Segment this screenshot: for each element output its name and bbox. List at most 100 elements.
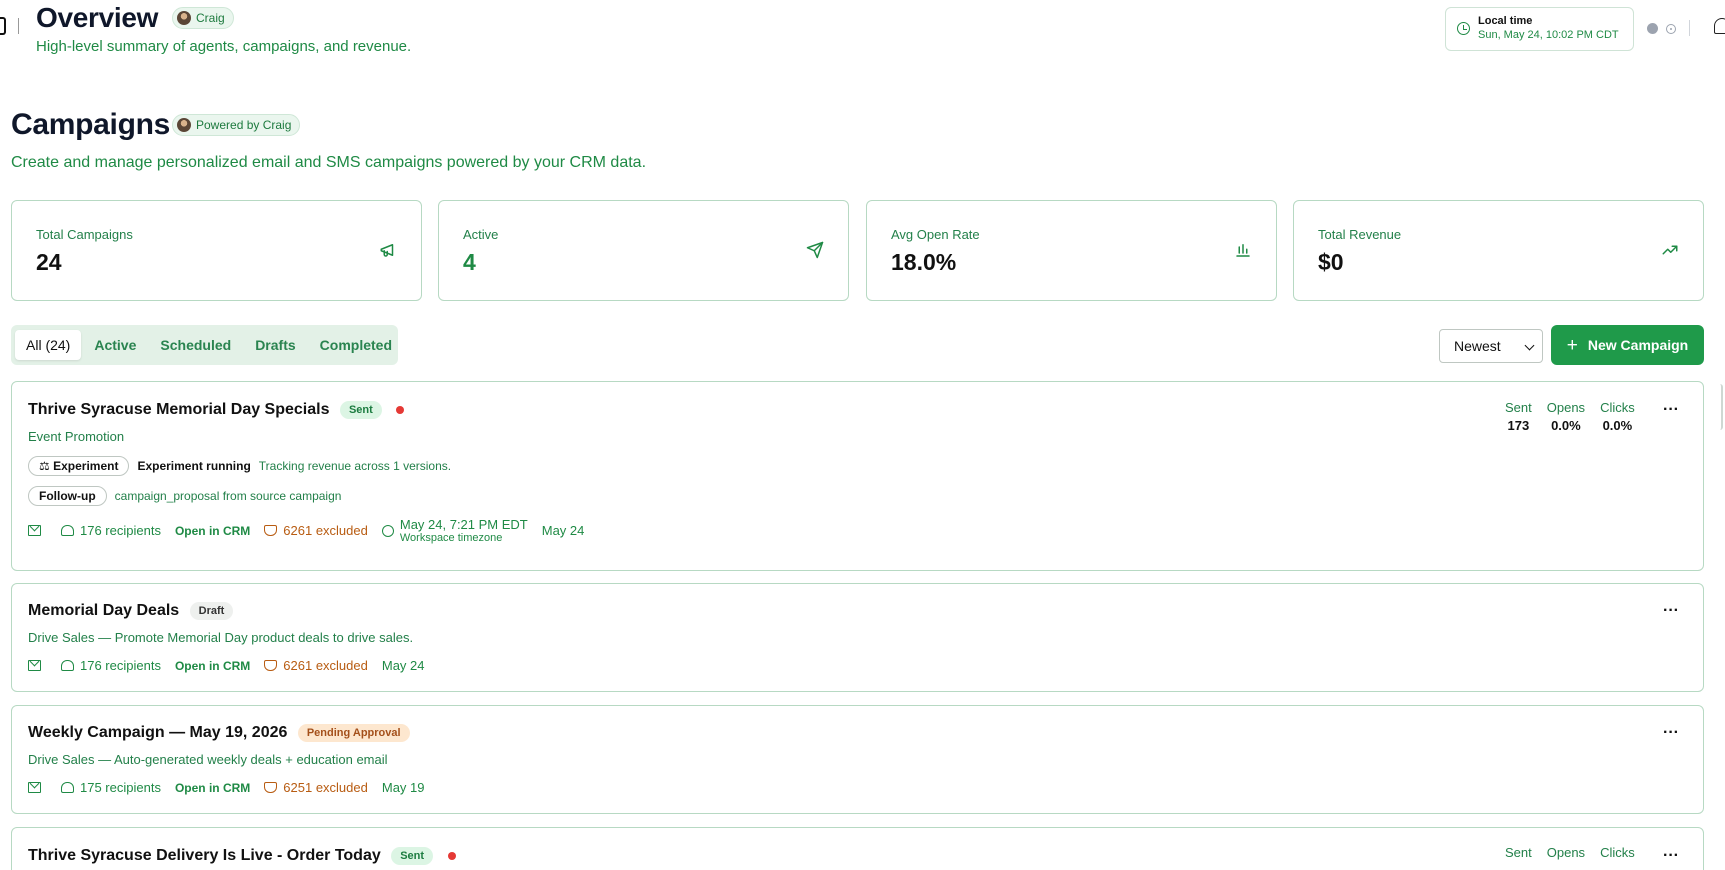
- open-in-crm-link[interactable]: Open in CRM: [175, 781, 250, 795]
- campaign-subtitle: Drive Sales — Auto-generated weekly deal…: [28, 752, 388, 767]
- campaign-footer: 175 recipients Open in CRM 6251 excluded…: [28, 780, 425, 795]
- experiment-chip[interactable]: ⚖ Experiment: [28, 456, 130, 476]
- top-bar: Overview Craig High-level summary of age…: [0, 0, 1725, 70]
- tab-scheduled[interactable]: Scheduled: [149, 330, 242, 360]
- schedule-info: May 24, 7:21 PM EDT Workspace timezone: [400, 517, 528, 544]
- shield-icon: [264, 525, 278, 536]
- experiment-status: Experiment running: [137, 459, 251, 473]
- open-in-crm-link[interactable]: Open in CRM: [175, 524, 250, 538]
- excluded-count: 6261 excluded: [283, 658, 368, 673]
- metric-label: Sent: [1505, 845, 1532, 860]
- stat-value: 18.0%: [891, 249, 957, 275]
- agent-badge: Craig: [172, 7, 234, 29]
- scrollbar-handle[interactable]: [1720, 384, 1723, 430]
- metric-opens: Opens 0.0%: [1547, 400, 1585, 433]
- new-campaign-button[interactable]: + New Campaign: [1551, 325, 1704, 365]
- campaign-filter-tabs: All (24) Active Scheduled Drafts Complet…: [11, 325, 398, 365]
- stat-label: Active: [463, 227, 499, 242]
- metric-label: Opens: [1546, 845, 1586, 860]
- bell-icon[interactable]: [1714, 18, 1725, 34]
- campaign-title[interactable]: Thrive Syracuse Delivery Is Live - Order…: [28, 847, 456, 865]
- campaign-card[interactable]: Thrive Syracuse Delivery Is Live - Order…: [11, 827, 1704, 870]
- campaign-title[interactable]: Weekly Campaign — May 19, 2026 Pending A…: [28, 724, 410, 742]
- powered-by-label: Powered by Craig: [196, 118, 292, 132]
- avatar: [177, 11, 191, 25]
- excluded-count: 6261 excluded: [283, 523, 368, 538]
- section-title: Campaigns: [11, 108, 171, 141]
- campaign-card[interactable]: Thrive Syracuse Memorial Day Specials Se…: [11, 381, 1704, 571]
- campaign-title-text: Thrive Syracuse Memorial Day Specials: [28, 401, 330, 419]
- campaign-card[interactable]: Weekly Campaign — May 19, 2026 Pending A…: [11, 705, 1704, 814]
- experiment-row: ⚖ Experiment Experiment running Tracking…: [28, 456, 451, 476]
- stat-value: 24: [36, 249, 62, 275]
- campaign-title-text: Weekly Campaign — May 19, 2026: [28, 724, 288, 742]
- tab-drafts[interactable]: Drafts: [244, 330, 306, 360]
- campaign-subtitle: Drive Sales — Promote Memorial Day produ…: [28, 630, 414, 645]
- tab-active[interactable]: Active: [83, 330, 147, 360]
- more-options-icon[interactable]: ···: [1663, 401, 1679, 419]
- more-options-icon[interactable]: ···: [1663, 724, 1679, 742]
- sort-select[interactable]: Newest: [1439, 329, 1543, 363]
- divider: [18, 18, 19, 34]
- powered-by-badge: Powered by Craig: [172, 114, 301, 136]
- status-badge: Pending Approval: [297, 724, 410, 742]
- followup-note: campaign_proposal from source campaign: [114, 489, 342, 503]
- metric-clicks: Clicks: [1600, 845, 1635, 860]
- campaign-title-text: Thrive Syracuse Delivery Is Live - Order…: [28, 847, 381, 865]
- stat-card-active: Active 4: [438, 200, 849, 301]
- live-indicator-icon: [447, 852, 456, 860]
- campaign-footer: 176 recipients Open in CRM 6261 excluded…: [28, 658, 425, 673]
- experiment-chip-label: Experiment: [53, 459, 119, 473]
- followup-chip[interactable]: Follow-up: [28, 486, 107, 506]
- tab-all[interactable]: All (24): [15, 330, 82, 360]
- stat-label: Total Revenue: [1318, 227, 1402, 242]
- more-options-icon[interactable]: ···: [1663, 602, 1679, 620]
- stat-card-total-campaigns: Total Campaigns 24: [11, 200, 422, 301]
- page-subtitle: High-level summary of agents, campaigns,…: [36, 38, 412, 55]
- sidebar-toggle-icon[interactable]: [0, 17, 6, 35]
- campaign-date: May 19: [381, 780, 425, 795]
- trending-up-icon: [1662, 245, 1678, 255]
- metric-sent: Sent: [1505, 845, 1532, 860]
- users-icon: [61, 525, 74, 536]
- status-dot-icon[interactable]: [1647, 23, 1658, 34]
- stat-value: 4: [463, 249, 476, 275]
- chevron-down-icon: [1524, 340, 1535, 351]
- experiment-note: Tracking revenue across 1 versions.: [258, 459, 452, 473]
- send-icon: [806, 241, 824, 259]
- users-icon: [61, 660, 74, 671]
- stat-label: Total Campaigns: [36, 227, 133, 242]
- campaign-subtitle: Event Promotion: [28, 429, 125, 444]
- clock-icon: [1457, 22, 1470, 35]
- followup-row: Follow-up campaign_proposal from source …: [28, 486, 341, 506]
- campaign-title-text: Memorial Day Deals: [28, 602, 180, 620]
- status-badge: Draft: [189, 602, 234, 620]
- local-time-label: Local time: [1478, 15, 1533, 27]
- stat-value: $0: [1318, 249, 1344, 275]
- campaign-date: May 24: [381, 658, 425, 673]
- status-ring-icon[interactable]: [1666, 24, 1676, 34]
- recipients-count: 176 recipients: [80, 523, 161, 538]
- metric-label: Clicks: [1600, 845, 1635, 860]
- metric-value: 0.0%: [1602, 418, 1633, 433]
- recipients-count: 175 recipients: [80, 780, 161, 795]
- status-badge: Sent: [391, 847, 434, 865]
- more-options-icon[interactable]: ···: [1663, 847, 1679, 865]
- metric-label: Sent: [1505, 400, 1532, 415]
- section-subtitle: Create and manage personalized email and…: [11, 154, 647, 171]
- megaphone-icon: [380, 244, 394, 257]
- campaign-card[interactable]: Memorial Day Deals Draft Drive Sales — P…: [11, 583, 1704, 692]
- clock-icon: [381, 524, 394, 537]
- local-time-value: Sun, May 24, 10:02 PM CDT: [1478, 29, 1619, 41]
- open-in-crm-link[interactable]: Open in CRM: [175, 659, 250, 673]
- campaign-metrics: Sent 173 Opens 0.0% Clicks 0.0%: [1490, 400, 1635, 433]
- divider: [1689, 20, 1690, 36]
- campaign-metrics: Sent Opens Clicks: [1490, 845, 1635, 860]
- shield-icon: [264, 782, 278, 793]
- campaign-title[interactable]: Thrive Syracuse Memorial Day Specials Se…: [28, 401, 405, 419]
- agent-badge-label: Craig: [196, 11, 225, 25]
- users-icon: [61, 782, 74, 793]
- tab-completed[interactable]: Completed: [309, 330, 403, 360]
- campaign-title[interactable]: Memorial Day Deals Draft: [28, 602, 234, 620]
- stat-card-total-revenue: Total Revenue $0: [1293, 200, 1704, 301]
